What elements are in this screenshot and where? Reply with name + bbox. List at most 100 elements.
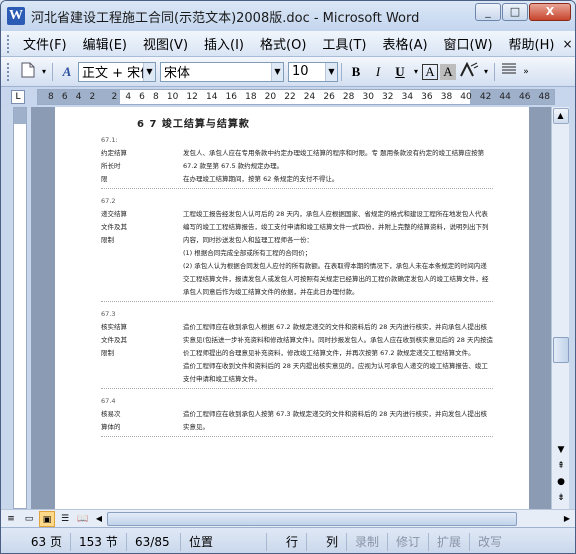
ruler-number: 36 <box>421 92 433 102</box>
dropdown-arrow-icon[interactable]: ▾ <box>412 62 420 82</box>
chevron-down-icon[interactable]: ▼ <box>325 62 337 81</box>
menu-help[interactable]: 帮助(H) <box>501 34 563 53</box>
font-size-select[interactable]: 10 ▼ <box>288 61 338 82</box>
article-number: 67.2 <box>101 197 116 205</box>
chevron-down-icon[interactable]: ▼ <box>143 62 155 81</box>
menu-edit[interactable]: 编辑(E) <box>75 34 135 53</box>
outline-view-icon[interactable]: ☰ <box>57 511 73 527</box>
reading-layout-view-icon[interactable]: 📖 <box>75 511 91 527</box>
toolbar-separator <box>52 62 53 81</box>
bold-button[interactable]: B <box>346 62 366 82</box>
close-document-button[interactable]: × <box>562 37 572 51</box>
word-window: W 河北省建设工程施工合同(示范文本)2008版.doc - Microsoft… <box>0 0 576 554</box>
styles-formatting-icon[interactable]: A <box>57 62 77 82</box>
underline-button[interactable]: U <box>390 62 410 82</box>
ruler-number: 24 <box>303 92 316 102</box>
minimize-button[interactable]: _ <box>475 3 501 21</box>
article-label: 递交结算 文件及其 限制 <box>101 210 127 244</box>
menu-window[interactable]: 窗口(W) <box>436 34 501 53</box>
article-body: 造价工程师应在收到承包人按第 67.3 款规定递交的文件和资料后的 28 天内进… <box>183 410 488 431</box>
ruler-number: 30 <box>362 92 374 102</box>
vertical-ruler[interactable] <box>13 107 27 509</box>
window-title: 河北省建设工程施工合同(示范文本)2008版.doc - Microsoft W… <box>31 10 420 26</box>
status-extend[interactable]: 扩展 <box>429 532 471 551</box>
scroll-right-icon[interactable]: ▶ <box>559 511 575 527</box>
article-label: 约定结算 所长时 限 <box>101 149 127 183</box>
status-page: 63 页 <box>1 532 71 551</box>
article-divider <box>101 188 493 189</box>
vertical-scrollbar[interactable]: ▲ ▼ ⇞ ● ⇟ <box>551 107 569 509</box>
new-document-icon[interactable] <box>18 62 38 82</box>
close-button[interactable]: X <box>529 3 571 21</box>
ruler-number: 26 <box>323 92 335 102</box>
menu-bar: 文件(F) 编辑(E) 视图(V) 插入(I) 格式(O) 工具(T) 表格(A… <box>1 31 575 57</box>
toolbar-options-icon[interactable]: » <box>521 62 531 82</box>
tab-selector[interactable]: L <box>11 90 25 104</box>
browse-object-icon[interactable]: ● <box>553 475 569 489</box>
chevron-down-icon[interactable]: ▼ <box>271 62 283 81</box>
font-select[interactable]: 宋体 ▼ <box>160 61 284 82</box>
italic-button[interactable]: I <box>368 62 388 82</box>
toolbar-grip[interactable] <box>7 62 11 81</box>
article: 67.1: 约定结算 所长时 限 发包人、承包人应在专用条款中约定办理竣工结算的程序… <box>101 134 493 189</box>
scroll-up-icon[interactable]: ▲ <box>552 108 569 124</box>
dropdown-arrow-icon[interactable]: ▾ <box>482 62 490 82</box>
horizontal-scrollbar: ≡ ▭ ▣ ☰ 📖 ◀ ▶ <box>1 509 575 527</box>
status-page-of: 63/85 <box>127 532 181 551</box>
article-number: 67.4 <box>101 397 116 405</box>
dropdown-arrow-icon[interactable]: ▾ <box>40 62 48 82</box>
article-number: 67.3 <box>101 310 116 318</box>
menu-table[interactable]: 表格(A) <box>375 34 436 53</box>
next-page-icon[interactable]: ⇟ <box>553 491 569 505</box>
ruler-number: 22 <box>284 92 296 102</box>
horizontal-scroll-track[interactable] <box>107 511 559 526</box>
style-select[interactable]: 正文 + 宋体 ▼ <box>78 61 156 82</box>
ruler-number: 2 <box>111 92 118 102</box>
title-bar: W 河北省建设工程施工合同(示范文本)2008版.doc - Microsoft… <box>1 1 575 31</box>
vertical-ruler-margin <box>14 108 26 124</box>
character-border-button[interactable]: A <box>422 63 438 80</box>
menu-grip[interactable] <box>7 34 9 53</box>
article-divider <box>101 388 493 389</box>
ruler-number: 40 <box>460 92 472 102</box>
document-area[interactable]: 6 7 竣工结算与结算款 67.1: 约定结算 所长时 限 发包人、承包人应在专用条… <box>31 107 551 509</box>
article: 67.2 递交结算 文件及其 限制 工程竣工报告经发包人认可后的 28 天内，承包人… <box>101 195 493 302</box>
ruler-number: 42 <box>479 92 492 102</box>
scroll-down-icon[interactable]: ▼ <box>553 443 569 457</box>
highlight-icon[interactable] <box>458 61 480 82</box>
print-layout-view-icon[interactable]: ▣ <box>39 510 55 527</box>
article-body: 发包人、承包人应在专用条款中约定办理竣工结算的程序和时限。专 题用条款没有约定的… <box>183 149 485 183</box>
status-overtype[interactable]: 改写 <box>470 533 510 551</box>
previous-page-icon[interactable]: ⇞ <box>553 459 569 473</box>
menu-tools[interactable]: 工具(T) <box>314 34 374 53</box>
menu-format[interactable]: 格式(O) <box>252 34 314 53</box>
article-body: 工程竣工报告经发包人认可后的 28 天内，承包人应根据国家、省规定的格式和建设工… <box>183 210 489 296</box>
ruler-number: 6 <box>61 92 68 102</box>
ruler-number: 18 <box>245 92 257 102</box>
ruler-number: 6 <box>139 92 145 102</box>
scroll-left-icon[interactable]: ◀ <box>91 511 107 527</box>
article-label: 核易次 算体的 <box>101 410 121 431</box>
document-page[interactable]: 6 7 竣工结算与结算款 67.1: 约定结算 所长时 限 发包人、承包人应在专用条… <box>55 107 529 509</box>
maximize-button[interactable]: □ <box>502 3 528 21</box>
status-position: 位置 <box>181 532 267 551</box>
status-record-macro[interactable]: 录制 <box>347 532 389 551</box>
ruler-number: 32 <box>382 92 394 102</box>
ruler-number: 12 <box>186 92 198 102</box>
horizontal-scroll-thumb[interactable] <box>107 511 517 526</box>
ruler-number: 14 <box>205 92 218 102</box>
vertical-scroll-thumb[interactable] <box>553 337 569 363</box>
character-shading-button[interactable]: A <box>440 63 456 80</box>
horizontal-ruler[interactable]: 8 6 4 2 2 4 6 8 10 12 14 16 18 20 22 24 26 28 30 32 34 36 38 40… <box>37 89 555 105</box>
normal-view-icon[interactable]: ≡ <box>3 511 19 527</box>
menu-insert[interactable]: 插入(I) <box>196 34 252 53</box>
justify-align-icon[interactable] <box>499 62 519 82</box>
word-app-icon[interactable]: W <box>7 7 25 25</box>
menu-view[interactable]: 视图(V) <box>135 34 196 53</box>
status-column: 列 <box>307 532 347 551</box>
article-label: 核实结算 文件及其 限制 <box>101 323 127 357</box>
status-track-changes[interactable]: 修订 <box>388 532 430 551</box>
web-layout-view-icon[interactable]: ▭ <box>21 511 37 527</box>
menu-file[interactable]: 文件(F) <box>15 34 75 53</box>
article: 67.4 核易次 算体的 造价工程师应在收到承包人按第 67.3 款规定递交的文件和… <box>101 395 493 437</box>
